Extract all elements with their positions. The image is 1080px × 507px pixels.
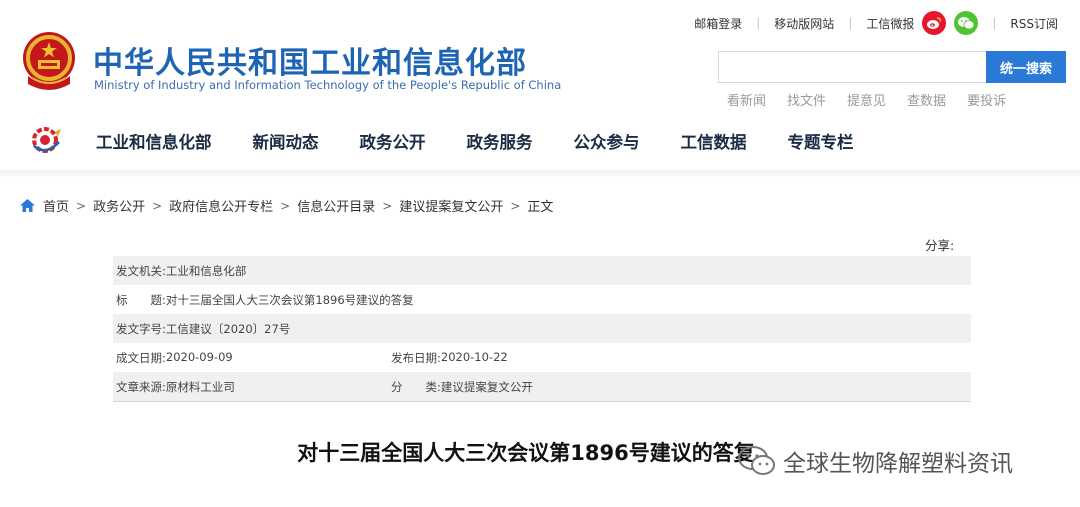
- home-icon: [20, 199, 35, 212]
- wechat-icon[interactable]: [954, 11, 979, 35]
- meta-cell: 发文机关: 工业和信息化部: [116, 263, 246, 279]
- meta-value-published-date: 2020-10-22: [440, 349, 508, 364]
- breadcrumb-separator-icon: >: [510, 198, 521, 213]
- meta-key-title: 标 题:: [116, 292, 166, 307]
- nav-item-government-affairs[interactable]: 政务公开: [360, 129, 426, 153]
- top-links: 邮箱登录 | 移动版网站 | 工信微报 | RSS订阅: [694, 11, 1058, 35]
- nav-item-data[interactable]: 工信数据: [681, 129, 747, 153]
- meta-row: 发文机关: 工业和信息化部: [113, 256, 971, 285]
- site-subtitle: Ministry of Industry and Information Tec…: [94, 78, 562, 92]
- breadcrumb-home[interactable]: 首页: [43, 196, 69, 215]
- quick-link-data[interactable]: 查数据: [907, 90, 946, 109]
- nav-divider: [0, 170, 1080, 178]
- meta-key-published-date: 发布日期:: [391, 350, 441, 365]
- meta-cell: 成文日期: 2020-09-09: [116, 350, 391, 366]
- watermark-text: 全球生物降解塑料资讯: [783, 451, 1013, 477]
- document-meta-table: 发文机关: 工业和信息化部 标 题: 对十三届全国人大三次会议第1896号建议的…: [113, 256, 971, 402]
- nav-item-news[interactable]: 新闻动态: [253, 129, 319, 153]
- quick-links: 看新闻 找文件 提意见 查数据 要投诉: [727, 90, 1027, 109]
- nav-item-public-participation[interactable]: 公众参与: [574, 129, 640, 153]
- meta-value-issuer: 工业和信息化部: [165, 263, 247, 278]
- meta-key-created-date: 成文日期:: [116, 350, 166, 365]
- breadcrumb-separator-icon: >: [280, 198, 291, 213]
- national-emblem-icon: [23, 32, 75, 90]
- meta-row: 发文字号: 工信建议〔2020〕27号: [113, 314, 971, 343]
- breadcrumb-separator-icon: >: [382, 198, 393, 213]
- breadcrumb-separator-icon: >: [152, 198, 163, 213]
- quick-link-news[interactable]: 看新闻: [727, 90, 766, 109]
- miit-logo-icon[interactable]: [30, 126, 62, 154]
- quick-link-files[interactable]: 找文件: [787, 90, 826, 109]
- meta-row: 文章来源: 原材料工业司 分 类: 建议提案复文公开: [113, 372, 971, 401]
- divider: |: [756, 16, 761, 30]
- mobile-site-link[interactable]: 移动版网站: [774, 15, 834, 32]
- weibo-icon[interactable]: [922, 11, 947, 35]
- breadcrumb-info-disclosure[interactable]: 政府信息公开专栏: [169, 196, 273, 215]
- wechat-watermark-icon: [738, 446, 775, 475]
- meta-value-title: 对十三届全国人大三次会议第1896号建议的答复: [165, 292, 414, 307]
- mail-login-link[interactable]: 邮箱登录: [694, 15, 742, 32]
- meta-cell: 发布日期: 2020-10-22: [391, 350, 508, 366]
- meta-row: 成文日期: 2020-09-09 发布日期: 2020-10-22: [113, 343, 971, 372]
- search-button[interactable]: 统一搜索: [986, 51, 1066, 83]
- breadcrumb-separator-icon: >: [76, 198, 87, 213]
- weibo-link[interactable]: 工信微报: [866, 15, 914, 32]
- meta-cell: 标 题: 对十三届全国人大三次会议第1896号建议的答复: [116, 292, 414, 308]
- rss-link[interactable]: RSS订阅: [1010, 15, 1058, 32]
- meta-key-source: 文章来源:: [116, 379, 166, 394]
- meta-key-doc-number: 发文字号:: [116, 321, 166, 336]
- share-label: 分享:: [925, 238, 955, 253]
- page: 邮箱登录 | 移动版网站 | 工信微报 | RSS订阅 中华人民共和国工业和信息…: [0, 0, 1080, 507]
- quick-link-complaint[interactable]: 要投诉: [967, 90, 1006, 109]
- quick-link-feedback[interactable]: 提意见: [847, 90, 886, 109]
- breadcrumb-current: 正文: [527, 200, 554, 215]
- meta-cell: 分 类: 建议提案复文公开: [391, 379, 533, 395]
- meta-value-category: 建议提案复文公开: [440, 379, 533, 394]
- meta-value-doc-number: 工信建议〔2020〕27号: [165, 321, 291, 336]
- meta-key-issuer: 发文机关:: [116, 263, 166, 278]
- meta-cell: 发文字号: 工信建议〔2020〕27号: [116, 321, 290, 337]
- meta-divider: [113, 401, 971, 402]
- meta-value-source: 原材料工业司: [165, 379, 235, 394]
- meta-row: 标 题: 对十三届全国人大三次会议第1896号建议的答复: [113, 285, 971, 314]
- breadcrumb-proposal-replies[interactable]: 建议提案复文公开: [399, 196, 503, 215]
- meta-key-category: 分 类:: [391, 379, 441, 394]
- nav-item-ministry[interactable]: 工业和信息化部: [96, 129, 212, 153]
- meta-cell: 文章来源: 原材料工业司: [116, 379, 391, 395]
- divider: |: [992, 16, 997, 30]
- meta-value-created-date: 2020-09-09: [165, 349, 233, 364]
- breadcrumb: 首页 > 政务公开 > 政府信息公开专栏 > 信息公开目录 > 建议提案复文公开…: [20, 196, 553, 215]
- breadcrumb-government-affairs[interactable]: 政务公开: [93, 196, 145, 215]
- watermark: 全球生物降解塑料资讯: [737, 444, 1013, 478]
- main-nav: 工业和信息化部 新闻动态 政务公开 政务服务 公众参与 工信数据 专题专栏: [96, 129, 895, 153]
- breadcrumb-disclosure-catalog[interactable]: 信息公开目录: [297, 196, 375, 215]
- nav-item-government-services[interactable]: 政务服务: [467, 129, 533, 153]
- divider: |: [848, 16, 853, 30]
- site-title[interactable]: 中华人民共和国工业和信息化部: [93, 38, 527, 82]
- search-input[interactable]: [718, 51, 986, 83]
- nav-item-special-topics[interactable]: 专题专栏: [788, 129, 854, 153]
